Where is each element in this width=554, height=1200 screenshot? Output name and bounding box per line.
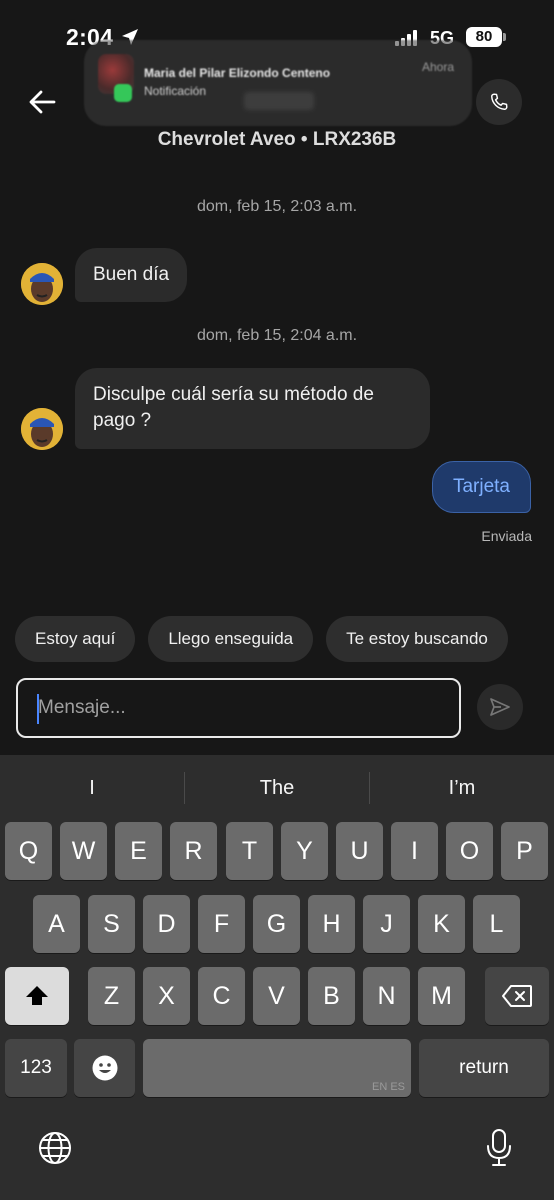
key[interactable]: W bbox=[60, 822, 107, 880]
key[interactable]: Y bbox=[281, 822, 328, 880]
quick-reply-chip[interactable]: Te estoy buscando bbox=[326, 616, 508, 662]
phone-icon bbox=[491, 93, 508, 110]
keyboard: I The I’m Q W E R T Y U I O P A S D F G … bbox=[0, 755, 554, 1200]
send-button[interactable] bbox=[477, 684, 523, 730]
driver-avatar[interactable] bbox=[21, 263, 63, 305]
shift-key[interactable] bbox=[5, 967, 69, 1025]
key[interactable]: K bbox=[418, 895, 465, 953]
key[interactable]: U bbox=[336, 822, 383, 880]
call-button[interactable] bbox=[476, 79, 522, 125]
key[interactable]: I bbox=[391, 822, 438, 880]
incoming-message: Disculpe cuál sería su método de pago ? bbox=[75, 368, 430, 449]
backspace-icon bbox=[502, 985, 532, 1007]
key[interactable]: N bbox=[363, 967, 410, 1025]
key[interactable]: M bbox=[418, 967, 465, 1025]
shift-icon bbox=[26, 986, 48, 1005]
key[interactable]: B bbox=[308, 967, 355, 1025]
key[interactable]: E bbox=[115, 822, 162, 880]
driver-avatar[interactable] bbox=[21, 408, 63, 450]
emoji-icon bbox=[92, 1055, 117, 1081]
suggestion-item[interactable]: The bbox=[185, 755, 369, 819]
notification-subtitle: Notificación bbox=[144, 84, 207, 98]
key[interactable]: G bbox=[253, 895, 300, 953]
notification-blurred-text bbox=[244, 92, 314, 110]
incoming-message: Buen día bbox=[75, 248, 188, 302]
key[interactable]: V bbox=[253, 967, 300, 1025]
key[interactable]: R bbox=[170, 822, 217, 880]
suggestion-item[interactable]: I bbox=[0, 755, 184, 819]
outgoing-message: Tarjeta bbox=[431, 461, 531, 513]
return-key[interactable]: return bbox=[419, 1039, 549, 1097]
key[interactable]: H bbox=[308, 895, 355, 953]
key[interactable]: S bbox=[88, 895, 135, 953]
quick-replies: Estoy aquí Llego enseguida Te estoy busc… bbox=[15, 616, 508, 662]
message-input[interactable] bbox=[18, 680, 459, 736]
message-status: Enviada bbox=[481, 528, 532, 544]
key[interactable]: T bbox=[226, 822, 273, 880]
suggestion-bar: I The I’m bbox=[0, 755, 554, 819]
battery-icon: 80 bbox=[466, 27, 506, 47]
key[interactable]: A bbox=[33, 895, 80, 953]
key[interactable]: Q bbox=[5, 822, 52, 880]
delete-key[interactable] bbox=[485, 967, 549, 1025]
key[interactable]: J bbox=[363, 895, 410, 953]
globe-button[interactable] bbox=[36, 1129, 74, 1167]
emoji-key[interactable] bbox=[74, 1039, 135, 1097]
space-key[interactable]: EN ES bbox=[143, 1039, 411, 1097]
keyboard-languages: EN ES bbox=[371, 1081, 405, 1093]
quick-reply-chip[interactable]: Llego enseguida bbox=[148, 616, 314, 662]
notification-title: Maria del Pilar Elizondo Centeno bbox=[144, 66, 331, 80]
numbers-key[interactable]: 123 bbox=[5, 1039, 67, 1097]
messages-app-icon bbox=[114, 84, 132, 102]
battery-level: 80 bbox=[475, 28, 493, 45]
key[interactable]: O bbox=[446, 822, 493, 880]
message-input-box[interactable] bbox=[16, 678, 461, 738]
notification-banner[interactable]: Maria del Pilar Elizondo Centeno Notific… bbox=[84, 40, 472, 126]
back-button[interactable] bbox=[24, 84, 60, 120]
key[interactable]: Z bbox=[88, 967, 135, 1025]
key[interactable]: P bbox=[501, 822, 548, 880]
notification-time: Ahora bbox=[421, 60, 454, 74]
back-arrow-icon bbox=[29, 90, 56, 114]
quick-reply-chip[interactable]: Estoy aquí bbox=[15, 616, 136, 662]
vehicle-info: Chevrolet Aveo • LRX236B bbox=[157, 129, 397, 150]
driver-avatar-image bbox=[21, 408, 63, 450]
globe-icon bbox=[39, 1132, 71, 1164]
key[interactable]: L bbox=[473, 895, 520, 953]
key[interactable]: C bbox=[198, 967, 245, 1025]
key[interactable]: X bbox=[143, 967, 190, 1025]
message-timestamp: dom, feb 15, 2:03 a.m. bbox=[196, 198, 358, 215]
key[interactable]: F bbox=[198, 895, 245, 953]
suggestion-item[interactable]: I’m bbox=[370, 755, 554, 819]
message-timestamp: dom, feb 15, 2:04 a.m. bbox=[196, 327, 358, 344]
microphone-icon bbox=[487, 1129, 511, 1166]
send-icon bbox=[490, 698, 510, 716]
key[interactable]: D bbox=[143, 895, 190, 953]
text-cursor bbox=[37, 694, 39, 724]
driver-avatar-image bbox=[21, 263, 63, 305]
dictation-button[interactable] bbox=[483, 1127, 515, 1169]
